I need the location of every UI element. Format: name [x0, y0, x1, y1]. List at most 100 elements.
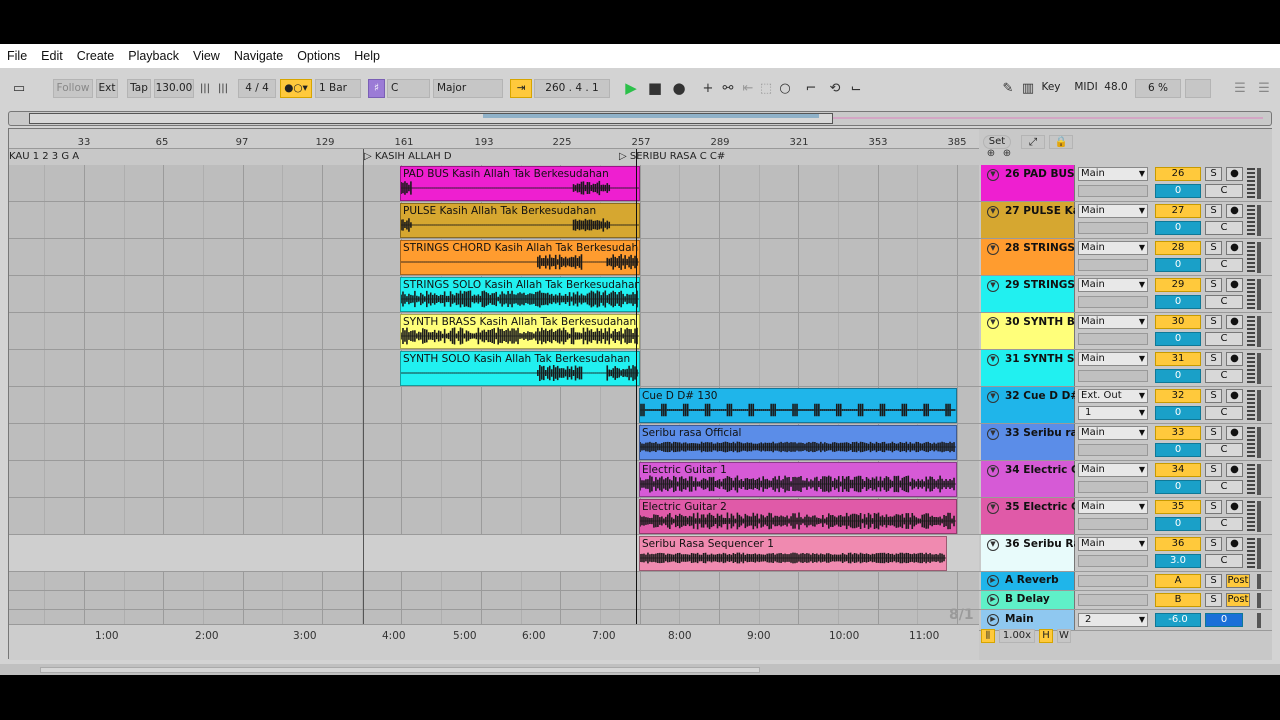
track-name[interactable]: 29 STRINGS S [1005, 279, 1075, 291]
locator-marker[interactable]: ▷ KASIH ALLAH D [364, 151, 452, 162]
session-record-icon[interactable]: ○ [777, 79, 793, 98]
fold-icon[interactable]: ▼ [987, 280, 999, 292]
nudge-up-icon[interactable]: ||| [216, 79, 230, 98]
track-name[interactable]: 27 PULSE Kas [1005, 205, 1075, 217]
arm-button[interactable]: ● [1226, 278, 1243, 292]
audio-output-select[interactable]: Main ▼ [1078, 315, 1148, 329]
track-pan[interactable]: 0 [1155, 406, 1201, 420]
track-volume[interactable]: 30 [1155, 315, 1201, 329]
solo-button[interactable]: S [1205, 241, 1222, 255]
arm-button[interactable]: ● [1226, 500, 1243, 514]
track-name[interactable]: 36 Seribu Ras [1005, 538, 1075, 550]
return-volume[interactable]: A [1155, 574, 1201, 588]
fold-icon[interactable]: ▼ [987, 243, 999, 255]
menu-options[interactable]: Options [290, 49, 347, 63]
track-header[interactable]: ▼ 32 Cue D D# 1 [981, 387, 1075, 423]
solo-button[interactable]: S [1205, 352, 1222, 366]
audio-clip[interactable]: PAD BUS Kasih Allah Tak Berkesudahan [400, 166, 640, 201]
track-volume[interactable]: 31 [1155, 352, 1201, 366]
track-volume[interactable]: 29 [1155, 278, 1201, 292]
track-volume[interactable]: 28 [1155, 241, 1201, 255]
ext-sync-button[interactable]: Ext [96, 79, 118, 98]
metronome-button[interactable]: ●○▾ [280, 79, 312, 98]
post-button[interactable]: Post [1226, 593, 1250, 607]
track-pan[interactable]: 0 [1155, 221, 1201, 235]
menu-edit[interactable]: Edit [34, 49, 70, 63]
track-volume[interactable]: 27 [1155, 204, 1201, 218]
track-pan[interactable]: 0 [1155, 258, 1201, 272]
track-name[interactable]: 30 SYNTH BR [1005, 316, 1075, 328]
stop-icon[interactable]: ■ [646, 79, 664, 98]
audio-output-select[interactable]: Main ▼ [1078, 278, 1148, 292]
crossfade-button[interactable]: C [1205, 554, 1243, 568]
fold-icon[interactable]: ▼ [987, 169, 999, 181]
locator-lane[interactable]: KAU 1 2 3 G A ▷ KASIH ALLAH D ▷ SERIBU R… [9, 149, 979, 165]
tempo-field[interactable]: 130.00 [154, 79, 194, 98]
horizontal-scrollbar[interactable] [40, 667, 760, 673]
loop-start-icon[interactable]: ⌐ [803, 79, 819, 98]
midi-map-button[interactable]: MIDI [1070, 79, 1102, 98]
audio-clip[interactable]: Electric Guitar 2 [639, 499, 957, 534]
audio-output-select[interactable]: Main ▼ [1078, 537, 1148, 551]
track-volume[interactable]: 35 [1155, 500, 1201, 514]
track-volume[interactable]: 36 [1155, 537, 1201, 551]
automation-arm-icon[interactable]: ⚯ [720, 79, 736, 98]
song-position-field[interactable]: 260 . 4 . 1 [534, 79, 610, 98]
audio-output-select[interactable]: Main ▼ [1078, 463, 1148, 477]
track-name[interactable]: 35 Electric G [1005, 501, 1075, 513]
track-header[interactable]: ▼ 35 Electric G [981, 498, 1075, 534]
menu-create[interactable]: Create [70, 49, 122, 63]
solo-button[interactable]: S [1205, 426, 1222, 440]
audio-clip[interactable]: STRINGS SOLO Kasih Allah Tak Berkesudaha… [400, 277, 640, 312]
return-lane[interactable] [9, 591, 979, 610]
time-signature-field[interactable]: 4 / 4 [238, 79, 276, 98]
audio-output-select[interactable]: Main ▼ [1078, 241, 1148, 255]
return-lane[interactable] [9, 572, 979, 591]
track-header[interactable]: ▼ 33 Seribu ras [981, 424, 1075, 460]
arm-button[interactable]: ● [1226, 426, 1243, 440]
detail-toggle-icon[interactable]: ☰ [1254, 79, 1274, 98]
solo-button[interactable]: S [1205, 315, 1222, 329]
solo-button[interactable]: S [1205, 278, 1222, 292]
track-volume[interactable]: 32 [1155, 389, 1201, 403]
waveform-zoom-icon[interactable]: ⫼ [981, 629, 995, 643]
fold-icon[interactable]: ▼ [987, 539, 999, 551]
fold-icon[interactable]: ▼ [987, 428, 999, 440]
track-pan[interactable]: 0 [1155, 443, 1201, 457]
audio-output-select[interactable]: Ext. Out ▼ [1078, 389, 1148, 403]
audio-output-select[interactable]: Main ▼ [1078, 167, 1148, 181]
fold-icon[interactable]: ▼ [987, 317, 999, 329]
crossfade-button[interactable]: C [1205, 295, 1243, 309]
browser-toggle-icon[interactable]: ☰ [1230, 79, 1250, 98]
arm-button[interactable]: ● [1226, 463, 1243, 477]
loop-switch-icon[interactable]: ⟲ [826, 79, 844, 98]
arm-button[interactable]: ● [1226, 241, 1243, 255]
track-name[interactable]: 31 SYNTH SO [1005, 353, 1075, 365]
locator-marker[interactable]: KAU 1 2 3 G A [9, 151, 79, 162]
menu-file[interactable]: File [0, 49, 34, 63]
track-pan[interactable]: 0 [1155, 369, 1201, 383]
crossfade-button[interactable]: C [1205, 369, 1243, 383]
audio-output-select[interactable]: Main ▼ [1078, 352, 1148, 366]
solo-button[interactable]: S [1205, 593, 1222, 607]
width-button[interactable]: W [1057, 629, 1071, 643]
crossfade-button[interactable]: C [1205, 406, 1243, 420]
track-name[interactable]: 32 Cue D D# 1 [1005, 390, 1075, 402]
zoom-level[interactable]: 1.00x [999, 629, 1035, 643]
draw-mode-icon[interactable]: ✎ [999, 79, 1017, 98]
height-button[interactable]: H [1039, 629, 1053, 643]
audio-clip[interactable]: SYNTH BRASS Kasih Allah Tak Berkesudahan [400, 314, 640, 349]
track-header[interactable]: ▶ A Reverb [981, 572, 1075, 590]
beat-time-ruler[interactable]: 33 65 97 129 161 193 225 257 289 321 353… [9, 129, 979, 149]
crossfade-button[interactable]: C [1205, 517, 1243, 531]
track-pan[interactable]: 3.0 [1155, 554, 1201, 568]
fold-icon[interactable]: ▼ [987, 391, 999, 403]
track-header[interactable]: ▼ 36 Seribu Ras [981, 535, 1075, 571]
track-volume[interactable]: 34 [1155, 463, 1201, 477]
track-name[interactable]: 26 PAD BUS K [1005, 168, 1075, 180]
solo-button[interactable]: S [1205, 389, 1222, 403]
crossfade-button[interactable]: C [1205, 480, 1243, 494]
solo-button[interactable]: S [1205, 463, 1222, 477]
computer-keyboard-icon[interactable]: ▥ [1019, 79, 1037, 98]
menu-playback[interactable]: Playback [121, 49, 186, 63]
